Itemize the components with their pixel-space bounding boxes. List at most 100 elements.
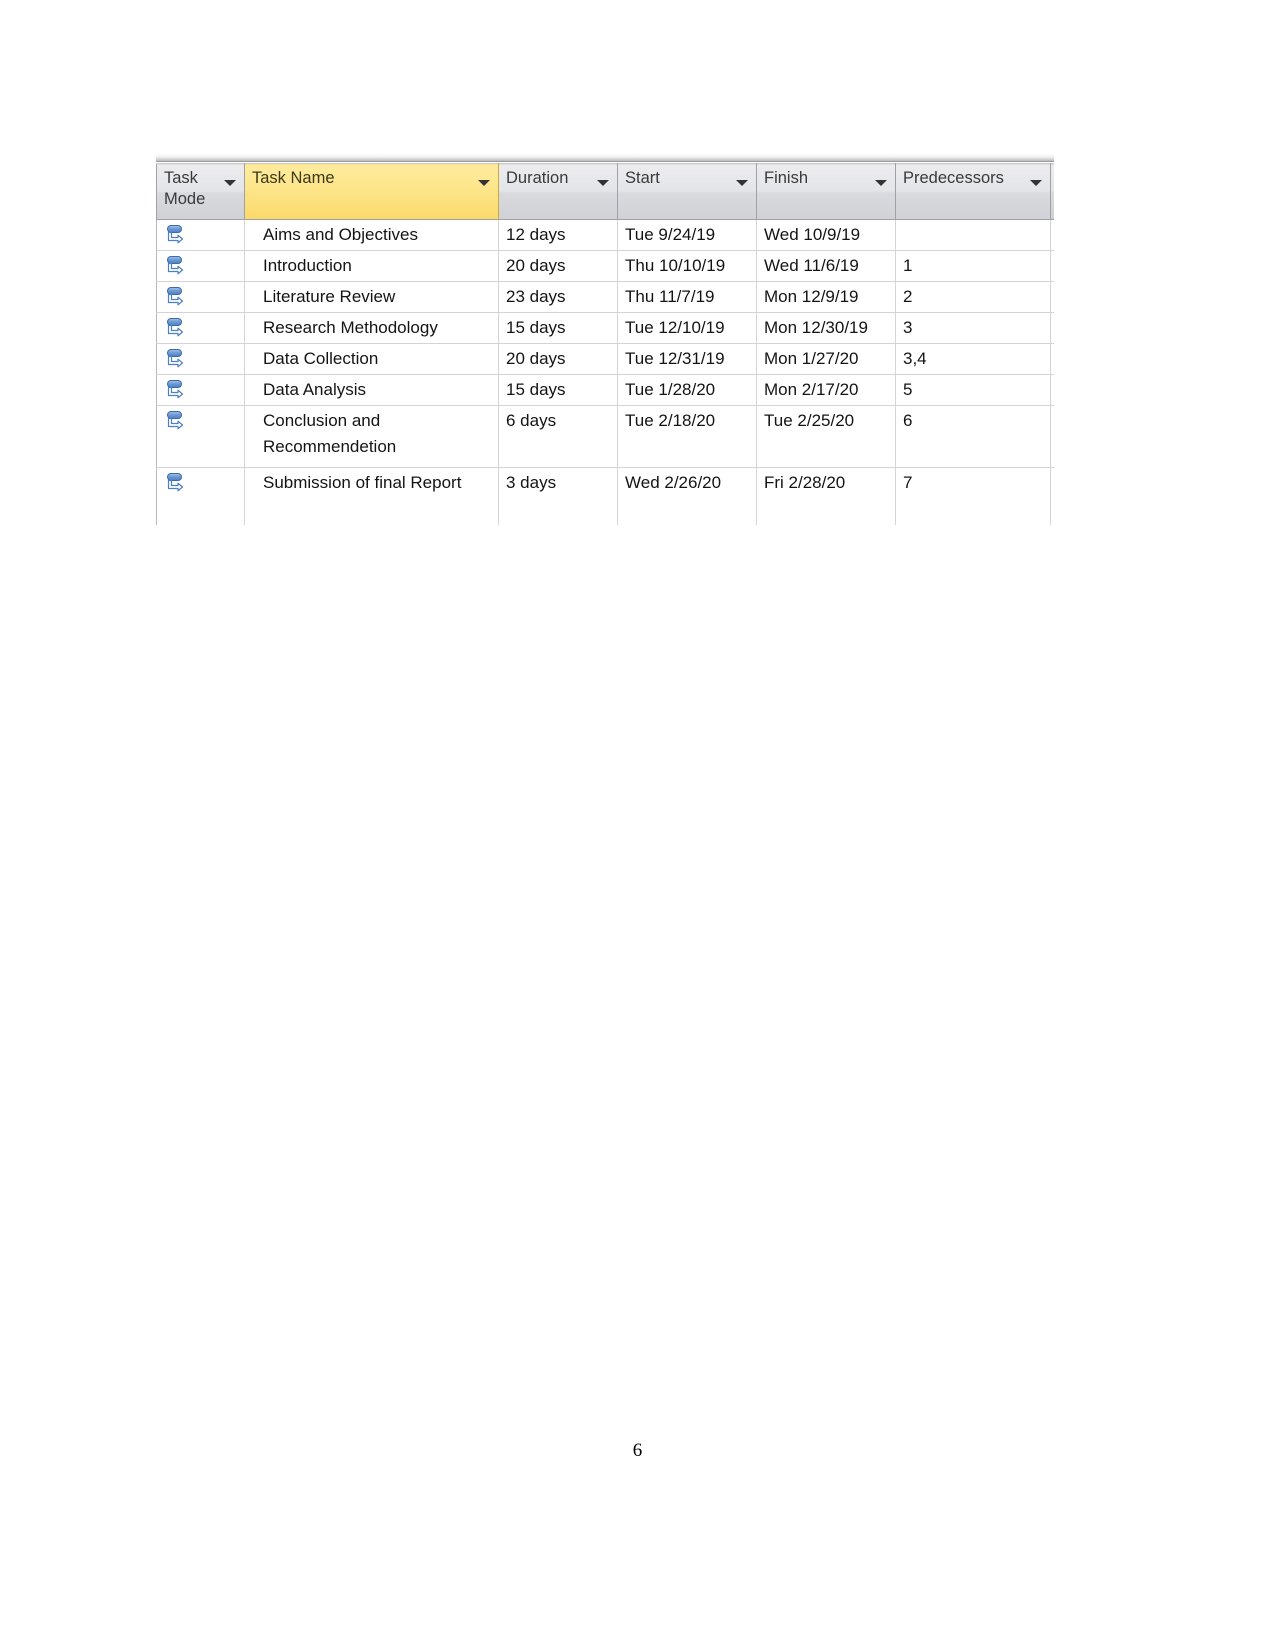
cell-duration[interactable]: 6 days xyxy=(498,405,618,468)
cell-task-name[interactable]: Data Analysis xyxy=(244,374,499,406)
filter-chevron-down-icon-start[interactable] xyxy=(736,180,748,186)
cell-clipped xyxy=(1050,374,1054,406)
cell-finish[interactable]: Fri 2/28/20 xyxy=(756,467,896,525)
cell-task-name[interactable]: Submission of final Report xyxy=(244,467,499,525)
cell-predecessors[interactable]: 3 xyxy=(895,312,1051,344)
cell-start-text: Tue 12/10/19 xyxy=(625,318,725,337)
cell-start[interactable]: Wed 2/26/20 xyxy=(617,467,757,525)
cell-predecessors[interactable]: 1 xyxy=(895,250,1051,282)
manually-scheduled-icon[interactable] xyxy=(165,347,189,371)
cell-predecessors-text: 6 xyxy=(903,411,913,430)
cell-predecessors-text: 5 xyxy=(903,380,913,399)
column-header-duration-label: Duration xyxy=(506,169,569,187)
cell-duration[interactable]: 20 days xyxy=(498,343,618,375)
table-row[interactable]: Aims and Objectives 12 days Tue 9/24/19 Wed… xyxy=(156,219,1054,251)
manually-scheduled-icon[interactable] xyxy=(165,378,189,402)
cell-task-name[interactable]: Conclusion and Recommendetion xyxy=(244,405,499,468)
cell-finish[interactable]: Mon 1/27/20 xyxy=(756,343,896,375)
cell-predecessors[interactable]: 6 xyxy=(895,405,1051,468)
cell-finish-text: Fri 2/28/20 xyxy=(764,473,846,492)
column-header-task-name[interactable]: Task Name xyxy=(244,163,499,220)
cell-duration[interactable]: 15 days xyxy=(498,374,618,406)
cell-finish-text: Wed 11/6/19 xyxy=(764,256,859,275)
project-schedule-table-screenshot: Task Mode Task Name Duration Start Finis… xyxy=(156,153,1054,525)
cell-predecessors-text: 2 xyxy=(903,287,913,306)
cell-finish-text: Mon 1/27/20 xyxy=(764,349,859,368)
cell-start-text: Tue 1/28/20 xyxy=(625,380,716,399)
cell-finish[interactable]: Mon 12/9/19 xyxy=(756,281,896,313)
document-page: Task Mode Task Name Duration Start Finis… xyxy=(0,0,1275,1651)
cell-start[interactable]: Thu 11/7/19 xyxy=(617,281,757,313)
cell-finish[interactable]: Mon 12/30/19 xyxy=(756,312,896,344)
table-body: Aims and Objectives 12 days Tue 9/24/19 Wed… xyxy=(156,219,1054,525)
cell-start[interactable]: Thu 10/10/19 xyxy=(617,250,757,282)
filter-chevron-down-icon-task-name[interactable] xyxy=(478,180,490,186)
cell-start[interactable]: Tue 9/24/19 xyxy=(617,219,757,251)
cell-task-mode[interactable] xyxy=(156,343,245,375)
cell-task-name-text: Introduction xyxy=(263,256,352,275)
cell-task-mode[interactable] xyxy=(156,281,245,313)
cell-predecessors[interactable]: 5 xyxy=(895,374,1051,406)
manually-scheduled-icon[interactable] xyxy=(165,316,189,340)
table-row[interactable]: Data Analysis 15 days Tue 1/28/20 Mon 2/17/… xyxy=(156,374,1054,406)
cell-duration[interactable]: 3 days xyxy=(498,467,618,525)
table-row[interactable]: Conclusion and Recommendetion 6 days Tue 2… xyxy=(156,405,1054,468)
cell-clipped xyxy=(1050,250,1054,282)
cell-task-mode[interactable] xyxy=(156,250,245,282)
cell-predecessors[interactable]: 7 xyxy=(895,467,1051,525)
cell-predecessors[interactable]: 2 xyxy=(895,281,1051,313)
cell-task-name[interactable]: Data Collection xyxy=(244,343,499,375)
cell-task-name[interactable]: Aims and Objectives xyxy=(244,219,499,251)
cell-duration[interactable]: 20 days xyxy=(498,250,618,282)
cell-predecessors-text: 1 xyxy=(903,256,913,275)
table-row[interactable]: Introduction 20 days Thu 10/10/19 Wed 11/6/… xyxy=(156,250,1054,282)
cell-task-mode[interactable] xyxy=(156,219,245,251)
cell-finish[interactable]: Wed 10/9/19 xyxy=(756,219,896,251)
manually-scheduled-icon[interactable] xyxy=(165,223,189,247)
manually-scheduled-icon[interactable] xyxy=(165,254,189,278)
column-header-predecessors[interactable]: Predecessors xyxy=(895,163,1051,220)
table-row[interactable]: Data Collection 20 days Tue 12/31/19 Mon 1/… xyxy=(156,343,1054,375)
cell-start[interactable]: Tue 12/31/19 xyxy=(617,343,757,375)
cell-start[interactable]: Tue 1/28/20 xyxy=(617,374,757,406)
cell-predecessors[interactable] xyxy=(895,219,1051,251)
cell-predecessors[interactable]: 3,4 xyxy=(895,343,1051,375)
table-row[interactable]: Research Methodology 15 days Tue 12/10/19 M… xyxy=(156,312,1054,344)
cell-task-name-text: Literature Review xyxy=(263,287,396,306)
column-header-finish-label: Finish xyxy=(764,169,809,187)
cell-duration[interactable]: 15 days xyxy=(498,312,618,344)
filter-chevron-down-icon-duration[interactable] xyxy=(597,180,609,186)
cell-finish[interactable]: Tue 2/25/20 xyxy=(756,405,896,468)
manually-scheduled-icon[interactable] xyxy=(165,409,189,433)
filter-chevron-down-icon-finish[interactable] xyxy=(875,180,887,186)
cell-duration[interactable]: 12 days xyxy=(498,219,618,251)
filter-chevron-down-icon-predecessors[interactable] xyxy=(1030,180,1042,186)
column-header-finish[interactable]: Finish xyxy=(756,163,896,220)
cell-task-mode[interactable] xyxy=(156,374,245,406)
cell-clipped xyxy=(1050,467,1054,525)
cell-task-mode[interactable] xyxy=(156,312,245,344)
table-row[interactable]: Submission of final Report 3 days Wed 2/26… xyxy=(156,467,1054,525)
cell-task-name[interactable]: Research Methodology xyxy=(244,312,499,344)
cell-finish[interactable]: Mon 2/17/20 xyxy=(756,374,896,406)
manually-scheduled-icon[interactable] xyxy=(165,285,189,309)
cell-start[interactable]: Tue 2/18/20 xyxy=(617,405,757,468)
cell-task-name[interactable]: Introduction xyxy=(244,250,499,282)
cell-finish[interactable]: Wed 11/6/19 xyxy=(756,250,896,282)
manually-scheduled-icon[interactable] xyxy=(165,471,189,495)
table-row[interactable]: Literature Review 23 days Thu 11/7/19 Mon 1… xyxy=(156,281,1054,313)
cell-duration-text: 15 days xyxy=(506,380,566,399)
cell-start-text: Wed 2/26/20 xyxy=(625,473,722,492)
filter-chevron-down-icon-task-mode[interactable] xyxy=(224,180,236,186)
cell-duration[interactable]: 23 days xyxy=(498,281,618,313)
cell-task-mode[interactable] xyxy=(156,467,245,525)
cell-start[interactable]: Tue 12/10/19 xyxy=(617,312,757,344)
column-header-duration[interactable]: Duration xyxy=(498,163,618,220)
cell-task-mode[interactable] xyxy=(156,405,245,468)
column-header-start-label: Start xyxy=(625,169,660,187)
column-header-start[interactable]: Start xyxy=(617,163,757,220)
cell-task-name[interactable]: Literature Review xyxy=(244,281,499,313)
column-header-task-name-label: Task Name xyxy=(252,169,335,187)
cell-predecessors-text: 7 xyxy=(903,473,913,492)
column-header-task-mode[interactable]: Task Mode xyxy=(156,163,245,220)
